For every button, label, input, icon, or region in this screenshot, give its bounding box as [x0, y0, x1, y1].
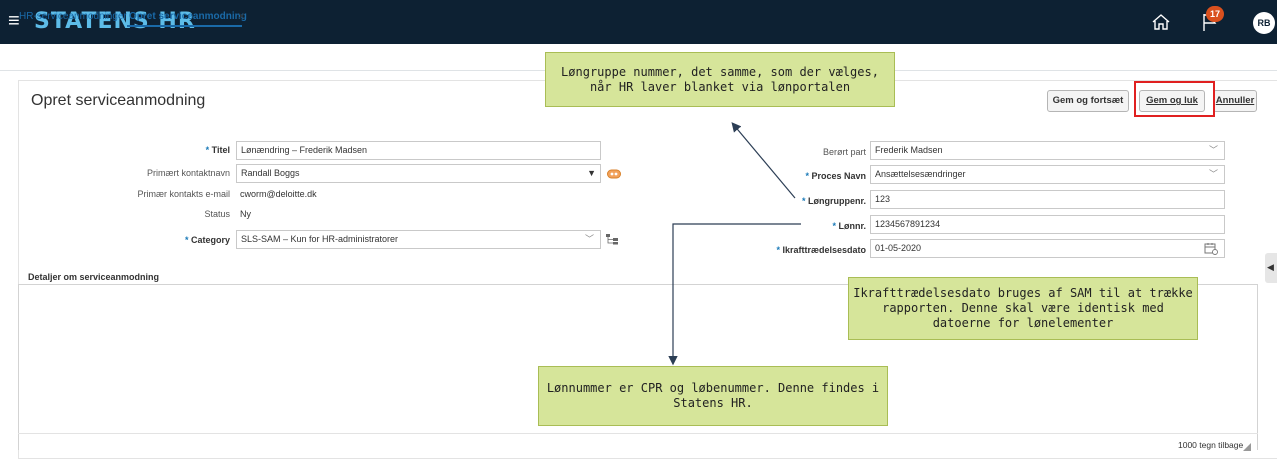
details-label: Detaljer om serviceanmodning: [28, 272, 160, 282]
status-value: Ny: [240, 209, 251, 219]
active-tab-indicator: [127, 25, 242, 27]
resize-grip-icon[interactable]: [1243, 443, 1251, 451]
salary-group-label-text: Løngruppenr.: [808, 196, 866, 206]
cancel-button[interactable]: Annuller: [1213, 90, 1257, 112]
callout-salary-group-text: Løngruppe nummer, det samme, som der væl…: [561, 64, 879, 94]
process-select[interactable]: Ansættelsesændringer ﹀: [870, 165, 1225, 184]
dropdown-arrow-icon: ▼: [587, 168, 596, 178]
effective-date-label: * Ikrafttrædelsesdato: [776, 245, 866, 255]
category-select[interactable]: SLS-SAM – Kun for HR-administratorer ﹀: [236, 230, 601, 249]
contact-select[interactable]: Randall Boggs ▼: [236, 164, 601, 183]
category-value: SLS-SAM – Kun for HR-administratorer: [241, 234, 399, 244]
salary-number-label-text: Lønnr.: [838, 221, 867, 231]
tab-opret-serviceanmodning[interactable]: Opret serviceanmodning: [129, 11, 247, 22]
hamburger-icon[interactable]: ≡: [8, 9, 20, 33]
chevron-down-icon: ﹀: [584, 234, 594, 244]
textarea-footer-divider: [18, 433, 1258, 434]
title-label: * Titel: [205, 145, 230, 155]
process-value: Ansættelsesændringer: [875, 169, 966, 179]
process-label-text: Proces Navn: [811, 171, 866, 181]
salary-group-label: * Løngruppenr.: [801, 196, 866, 206]
callout-effective-date-text: Ikrafttrædelsesdato bruges af SAM til at…: [853, 286, 1193, 330]
effective-date-value: 01-05-2020: [875, 243, 922, 253]
category-label-text: Category: [190, 235, 230, 245]
callout-salary-number-text: Lønnummer er CPR og løbenummer. Denne fi…: [546, 381, 880, 410]
salary-number-input[interactable]: 1234567891234: [870, 215, 1225, 234]
callout-effective-date: Ikrafttrædelsesdato bruges af SAM til at…: [848, 277, 1198, 340]
status-label: Status: [204, 209, 230, 219]
side-panel-toggle[interactable]: ◀: [1265, 253, 1277, 283]
process-label: * Proces Navn: [805, 171, 866, 181]
category-label: * Category: [184, 235, 230, 245]
home-icon[interactable]: [1150, 12, 1172, 32]
cancel-label: Annuller: [1215, 95, 1255, 106]
effective-date-label-text: Ikrafttrædelsesdato: [782, 245, 866, 255]
effective-date-input[interactable]: 01-05-2020: [870, 239, 1225, 258]
contact-card-icon[interactable]: [607, 169, 621, 179]
hierarchy-icon[interactable]: [605, 233, 619, 245]
email-value: cworm@deloitte.dk: [240, 189, 317, 199]
party-label: Berørt part: [822, 147, 866, 157]
tab-hr-serviceanmodninger[interactable]: HR-serviceanmodninger: [19, 11, 127, 22]
title-input[interactable]: Lønændring – Frederik Madsen: [236, 141, 601, 160]
highlight-box: [1134, 81, 1215, 117]
callout-salary-group: Løngruppe nummer, det samme, som der væl…: [545, 52, 895, 107]
party-value: Frederik Madsen: [875, 145, 943, 155]
callout-salary-number: Lønnummer er CPR og løbenummer. Denne fi…: [538, 366, 888, 426]
chevron-down-icon: ﹀: [1208, 169, 1218, 179]
party-select[interactable]: Frederik Madsen ﹀: [870, 141, 1225, 160]
char-counter: 1000 tegn tilbage: [1178, 440, 1244, 450]
save-continue-button[interactable]: Gem og fortsæt: [1047, 90, 1129, 112]
chevron-down-icon: ﹀: [1208, 145, 1218, 155]
chevron-left-icon: ◀: [1267, 262, 1274, 272]
contact-label: Primært kontaktnavn: [146, 168, 230, 178]
avatar[interactable]: RB: [1253, 12, 1275, 34]
close-tab-icon[interactable]: ×: [238, 9, 245, 23]
contact-value: Randall Boggs: [241, 168, 300, 178]
calendar-icon[interactable]: [1204, 242, 1218, 255]
notification-badge[interactable]: 17: [1206, 6, 1224, 22]
salary-number-label: * Lønnr.: [832, 221, 867, 231]
salary-group-input[interactable]: 123: [870, 190, 1225, 209]
title-label-text: Titel: [211, 145, 230, 155]
email-label: Primær kontakts e-mail: [137, 189, 230, 199]
page-title: Opret serviceanmodning: [31, 92, 206, 109]
